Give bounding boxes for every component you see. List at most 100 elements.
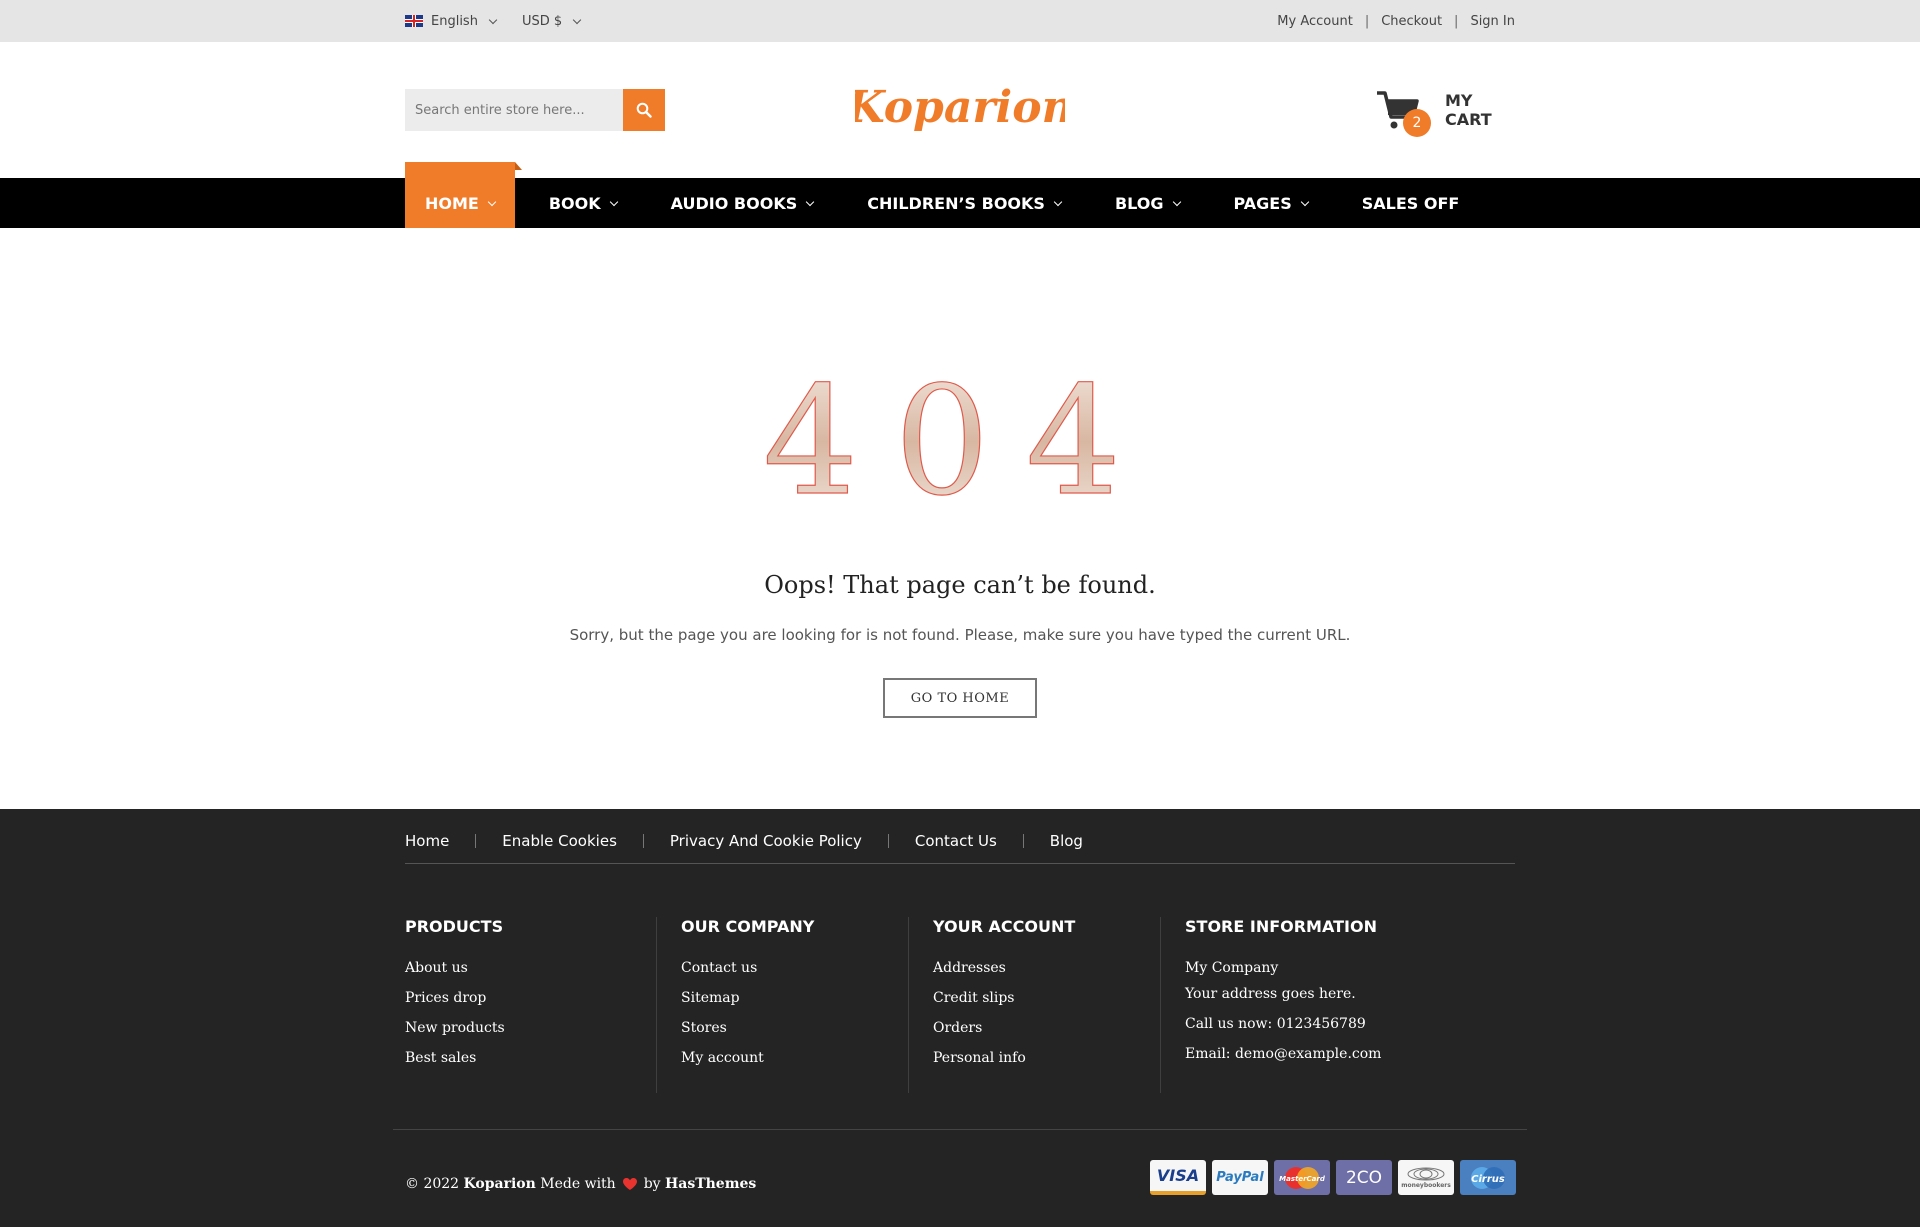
nav-item-label: BLOG bbox=[1114, 193, 1164, 213]
footer-link-home[interactable]: Home bbox=[405, 832, 449, 850]
divider bbox=[405, 863, 1515, 864]
2co-icon: 2CO bbox=[1336, 1160, 1392, 1195]
moneybookers-icon: moneybookers bbox=[1398, 1160, 1454, 1195]
nav-item-label: CHILDREN’S BOOKS bbox=[867, 193, 1045, 213]
store-phone: Call us now: 0123456789 bbox=[1185, 1016, 1366, 1032]
footer-item[interactable]: Stores bbox=[681, 1020, 888, 1050]
language-selector[interactable]: English bbox=[405, 13, 498, 29]
svg-text:MasterCard: MasterCard bbox=[1279, 1175, 1326, 1183]
sign-in-link[interactable]: Sign In bbox=[1470, 14, 1515, 29]
logo[interactable]: Koparion bbox=[844, 72, 1073, 142]
footer-columns: PRODUCTS About us Prices drop New produc… bbox=[405, 917, 1515, 1093]
search-form bbox=[405, 89, 665, 131]
footer-item[interactable]: Best sales bbox=[405, 1050, 636, 1080]
cart-button[interactable]: 2 MY CART bbox=[1375, 84, 1515, 137]
separator: | bbox=[1454, 13, 1459, 29]
copyright: © 2022 Koparion Mede with by HasThemes bbox=[405, 1169, 756, 1199]
chevron-down-icon bbox=[1300, 197, 1309, 206]
search-icon bbox=[636, 102, 652, 118]
moneybookers-label: moneybookers bbox=[1401, 1182, 1451, 1189]
checkout-link[interactable]: Checkout bbox=[1381, 14, 1442, 29]
uk-flag-icon bbox=[405, 15, 423, 27]
nav-item-audio-books[interactable]: AUDIO BOOKS bbox=[651, 178, 834, 228]
search-input[interactable] bbox=[405, 89, 623, 131]
nav-item-childrens-books[interactable]: CHILDREN’S BOOKS bbox=[847, 178, 1081, 228]
nav-item-label: BOOK bbox=[548, 193, 601, 213]
store-company: My Company bbox=[1185, 960, 1279, 976]
chevron-down-icon bbox=[1172, 197, 1181, 206]
store-email: Email: demo@example.com bbox=[1185, 1046, 1382, 1062]
nav-item-label: AUDIO BOOKS bbox=[670, 193, 798, 213]
language-label: English bbox=[431, 13, 478, 29]
footer-item[interactable]: My account bbox=[681, 1050, 888, 1080]
chevron-down-icon bbox=[609, 197, 618, 206]
nav-item-label: SALES OFF bbox=[1361, 193, 1460, 213]
footer-link-blog[interactable]: Blog bbox=[1050, 832, 1083, 850]
top-bar: English USD $ My Account | Checkout | Si… bbox=[0, 0, 1920, 42]
footer-column-account: YOUR ACCOUNT Addresses Credit slips Orde… bbox=[909, 917, 1161, 1093]
nav-item-label: HOME bbox=[425, 193, 479, 213]
heart-icon bbox=[622, 1178, 637, 1190]
column-title: OUR COMPANY bbox=[681, 917, 815, 936]
visa-icon: VISA bbox=[1150, 1160, 1206, 1195]
paypal-icon: PayPal bbox=[1212, 1160, 1268, 1195]
my-account-link[interactable]: My Account bbox=[1277, 14, 1353, 29]
copyright-brand[interactable]: Koparion bbox=[464, 1176, 536, 1192]
footer-item[interactable]: Contact us bbox=[681, 960, 888, 990]
cart-label: MY CART bbox=[1445, 91, 1492, 129]
footer-item[interactable]: Sitemap bbox=[681, 990, 888, 1020]
copyright-by: by bbox=[643, 1176, 661, 1192]
footer-item[interactable]: Personal info bbox=[933, 1050, 1140, 1080]
footer-links: Home Enable Cookies Privacy And Cookie P… bbox=[405, 826, 1515, 856]
nav-item-blog[interactable]: BLOG bbox=[1095, 178, 1200, 228]
divider bbox=[393, 1129, 1527, 1130]
nav-item-pages[interactable]: PAGES bbox=[1214, 178, 1328, 228]
column-title: PRODUCTS bbox=[405, 917, 504, 936]
separator: | bbox=[1364, 13, 1370, 29]
footer-column-company: OUR COMPANY Contact us Sitemap Stores My… bbox=[657, 917, 909, 1093]
column-title: STORE INFORMATION bbox=[1185, 917, 1377, 936]
footer: Home Enable Cookies Privacy And Cookie P… bbox=[0, 809, 1920, 1227]
footer-link-privacy[interactable]: Privacy And Cookie Policy bbox=[670, 832, 862, 850]
chevron-down-icon bbox=[487, 197, 497, 206]
nav-item-sales-off[interactable]: SALES OFF bbox=[1342, 178, 1480, 228]
cart-icon: 2 bbox=[1375, 87, 1431, 137]
footer-item[interactable]: About us bbox=[405, 960, 636, 990]
footer-item[interactable]: New products bbox=[405, 1020, 636, 1050]
nav-item-label: PAGES bbox=[1233, 193, 1292, 213]
copyright-made: Mede with bbox=[540, 1176, 616, 1192]
divider bbox=[1022, 834, 1024, 848]
search-button[interactable] bbox=[623, 89, 665, 131]
divider bbox=[887, 834, 889, 848]
logo-text: Koparion bbox=[855, 82, 1065, 133]
footer-item[interactable]: Orders bbox=[933, 1020, 1140, 1050]
chevron-down-icon bbox=[488, 15, 498, 24]
nav-item-home[interactable]: HOME bbox=[405, 162, 522, 228]
column-title: YOUR ACCOUNT bbox=[933, 917, 1076, 936]
footer-link-contact[interactable]: Contact Us bbox=[915, 832, 997, 850]
main-nav: HOME BOOK AUDIO BOOKS CHILDREN’S BOOKS B… bbox=[0, 162, 1920, 228]
error-code-image: 404 bbox=[760, 353, 1160, 529]
currency-selector[interactable]: USD $ bbox=[522, 14, 582, 29]
nav-item-book[interactable]: BOOK bbox=[529, 178, 637, 228]
footer-item[interactable]: Addresses bbox=[933, 960, 1140, 990]
footer-column-products: PRODUCTS About us Prices drop New produc… bbox=[405, 917, 657, 1093]
footer-column-store-info: STORE INFORMATION My Company Your addres… bbox=[1161, 917, 1515, 1093]
copyright-author[interactable]: HasThemes bbox=[665, 1176, 756, 1192]
divider bbox=[642, 834, 644, 848]
divider bbox=[475, 834, 477, 848]
store-address: Your address goes here. bbox=[1185, 986, 1356, 1002]
error-title: Oops! That page can’t be found. bbox=[764, 571, 1156, 599]
mastercard-icon: MasterCard bbox=[1274, 1160, 1330, 1195]
error-section: 404 Oops! That page can’t be found. Sorr… bbox=[0, 228, 1920, 809]
footer-item[interactable]: Prices drop bbox=[405, 990, 636, 1020]
payment-methods: VISA PayPal MasterCard 2CO moneybookers … bbox=[1150, 1160, 1516, 1195]
chevron-down-icon bbox=[572, 15, 582, 24]
error-code-text: 404 bbox=[763, 355, 1157, 513]
cart-count-badge: 2 bbox=[1403, 109, 1431, 137]
footer-item[interactable]: Credit slips bbox=[933, 990, 1140, 1020]
footer-link-enable-cookies[interactable]: Enable Cookies bbox=[502, 832, 617, 850]
go-to-home-button[interactable]: GO TO HOME bbox=[883, 678, 1037, 718]
chevron-down-icon bbox=[1053, 197, 1063, 206]
svg-text:Cirrus: Cirrus bbox=[1471, 1174, 1505, 1185]
